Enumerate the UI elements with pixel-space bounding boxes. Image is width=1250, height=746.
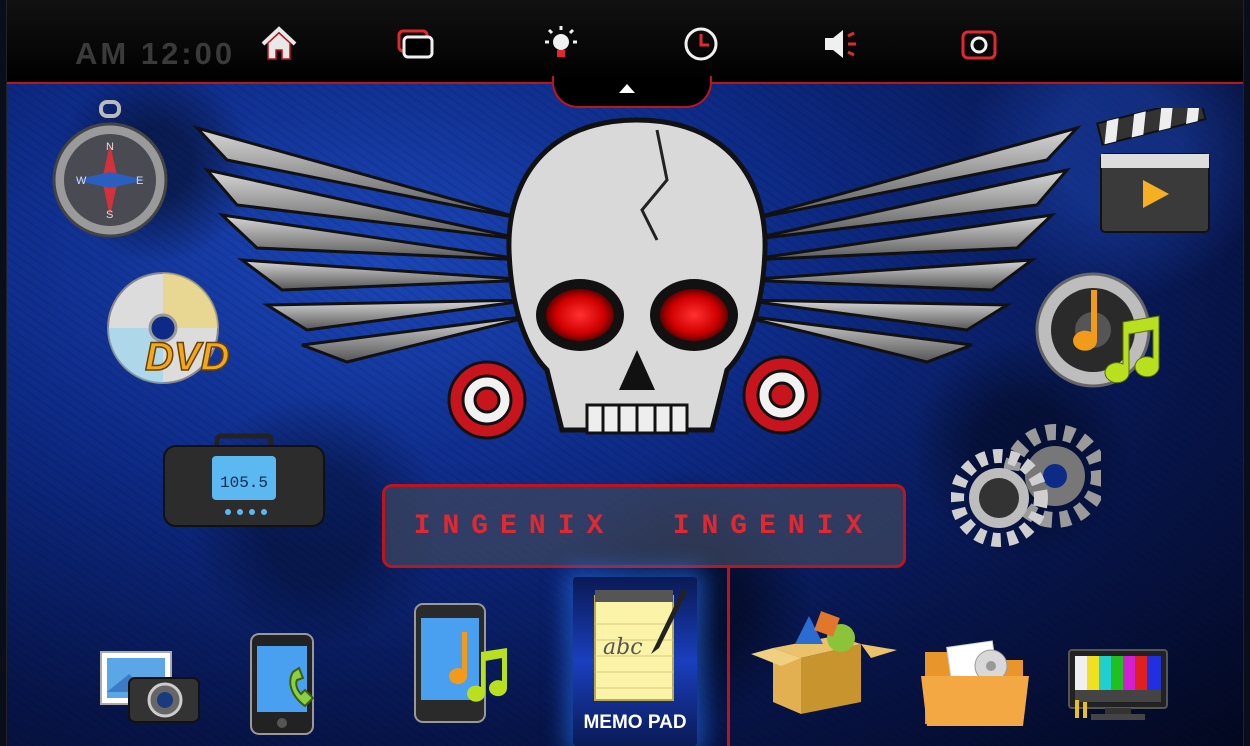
memo-pad-label: MEMO PAD	[583, 712, 687, 733]
volume-icon[interactable]	[819, 22, 863, 66]
svg-text:S: S	[106, 209, 113, 221]
music-app[interactable]	[1031, 270, 1171, 388]
dock-divider	[727, 568, 730, 746]
app-store-app[interactable]	[751, 608, 901, 716]
dvd-label: DVD	[145, 335, 229, 379]
memo-pad-app[interactable]: abc	[589, 584, 689, 704]
tv-app[interactable]	[1067, 648, 1169, 724]
ingenix-banner: INGENIX INGENIX	[382, 484, 906, 568]
camera-icon[interactable]	[957, 22, 1001, 66]
home-icon[interactable]	[257, 22, 301, 66]
dvd-app[interactable]: DVD	[103, 270, 249, 384]
gallery-app[interactable]	[99, 648, 201, 724]
clock-icon[interactable]	[679, 22, 723, 66]
banner-text-right: INGENIX	[672, 510, 875, 542]
video-app[interactable]	[1095, 96, 1213, 236]
svg-text:N: N	[106, 141, 114, 153]
banner-text-left: INGENIX	[413, 510, 616, 542]
compass-app[interactable]: N S W E	[51, 100, 169, 242]
clock-text: AM 12:00	[75, 36, 236, 71]
phone-music-app[interactable]	[411, 602, 511, 724]
svg-text:abc: abc	[603, 635, 643, 660]
brightness-icon[interactable]	[539, 22, 583, 66]
radio-display: 105.5	[220, 474, 268, 492]
radio-app[interactable]: 105.5	[162, 432, 326, 528]
settings-app[interactable]	[950, 418, 1107, 548]
home-screen: AM 12:00 N S W E DVD 105.5 INGENIX INGEN…	[6, 0, 1244, 746]
top-status-bar: AM 12:00	[7, 0, 1243, 84]
up-arrow-icon[interactable]	[619, 84, 635, 93]
svg-text:W: W	[76, 175, 87, 187]
phone-app[interactable]	[247, 632, 331, 736]
file-manager-app[interactable]	[919, 640, 1035, 730]
windows-icon[interactable]	[393, 22, 437, 66]
svg-text:E: E	[136, 175, 143, 187]
